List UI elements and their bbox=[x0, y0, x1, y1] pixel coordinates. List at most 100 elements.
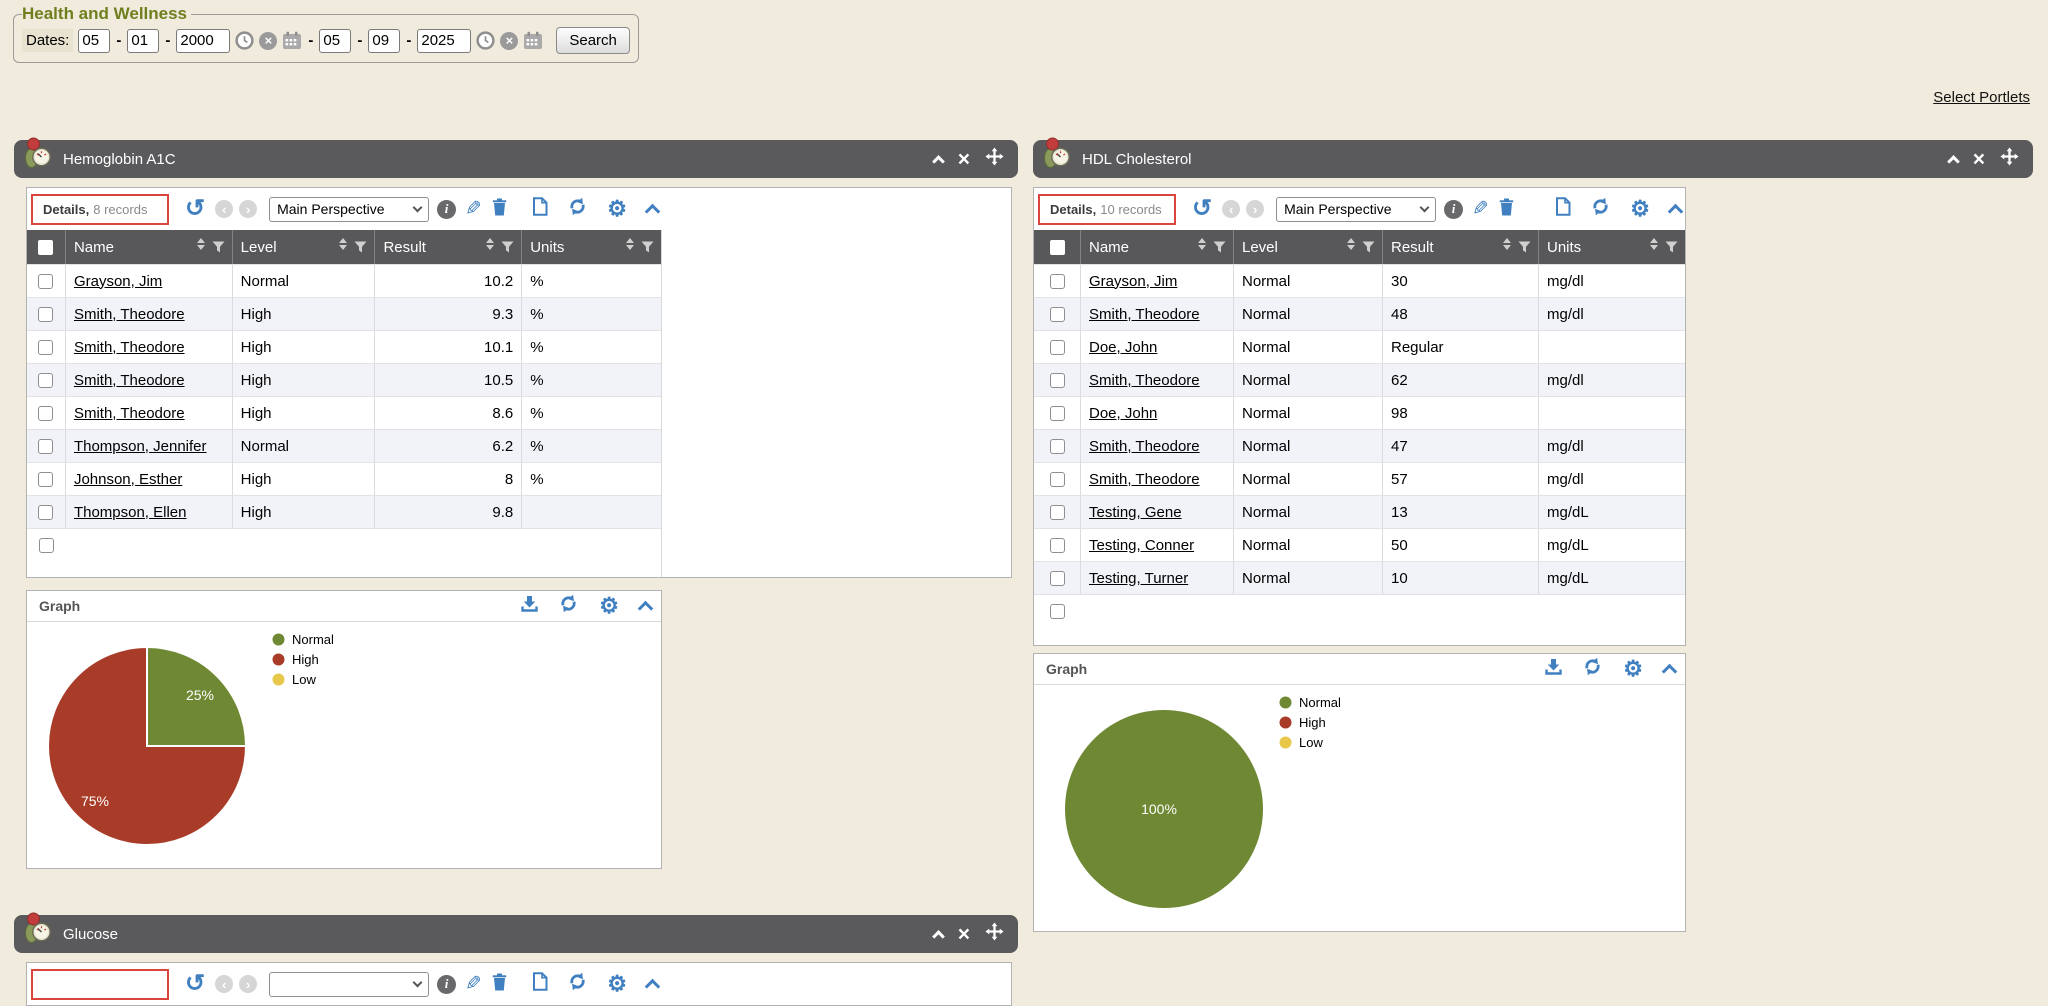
row-checkbox[interactable] bbox=[1050, 406, 1065, 421]
collapse-panel-icon[interactable] bbox=[1662, 664, 1678, 680]
portlet-titlebar[interactable]: Hemoglobin A1C × bbox=[14, 140, 1018, 178]
sort-icon[interactable] bbox=[1650, 238, 1658, 250]
collapse-panel-icon[interactable] bbox=[638, 601, 654, 617]
move-icon[interactable] bbox=[985, 922, 1004, 946]
refresh-icon[interactable] bbox=[1583, 657, 1602, 681]
delete-icon[interactable] bbox=[492, 973, 507, 996]
row-checkbox[interactable] bbox=[1050, 307, 1065, 322]
settings-gear-icon[interactable]: ⚙ bbox=[607, 973, 627, 995]
filter-icon[interactable] bbox=[354, 240, 367, 257]
patient-link[interactable]: Grayson, Jim bbox=[1089, 273, 1177, 290]
sort-icon[interactable] bbox=[626, 238, 634, 250]
row-checkbox[interactable] bbox=[1050, 472, 1065, 487]
row-checkbox[interactable] bbox=[1050, 439, 1065, 454]
patient-link[interactable]: Thompson, Jennifer bbox=[74, 438, 207, 455]
row-checkbox[interactable] bbox=[1050, 274, 1065, 289]
refresh-icon[interactable] bbox=[568, 972, 587, 996]
from-time-icon[interactable] bbox=[235, 31, 254, 50]
row-checkbox[interactable] bbox=[38, 505, 53, 520]
collapse-panel-icon[interactable] bbox=[645, 979, 661, 995]
row-checkbox[interactable] bbox=[39, 538, 54, 553]
patient-link[interactable]: Testing, Turner bbox=[1089, 570, 1188, 587]
download-icon[interactable] bbox=[1545, 658, 1562, 680]
new-document-icon[interactable] bbox=[532, 197, 548, 221]
perspective-select[interactable]: Main Perspective bbox=[1276, 197, 1436, 222]
patient-link[interactable]: Johnson, Esther bbox=[74, 471, 182, 488]
settings-gear-icon[interactable]: ⚙ bbox=[1623, 658, 1643, 680]
delete-icon[interactable] bbox=[1499, 198, 1514, 221]
row-checkbox[interactable] bbox=[1050, 340, 1065, 355]
to-time-icon[interactable] bbox=[476, 31, 495, 50]
to-clear-icon[interactable]: × bbox=[500, 32, 518, 50]
refresh-icon[interactable] bbox=[568, 197, 587, 221]
from-month-input[interactable] bbox=[78, 29, 110, 53]
row-checkbox[interactable] bbox=[1050, 538, 1065, 553]
next-icon[interactable]: › bbox=[1246, 200, 1264, 218]
from-clear-icon[interactable]: × bbox=[259, 32, 277, 50]
to-year-input[interactable] bbox=[417, 29, 471, 53]
patient-link[interactable]: Smith, Theodore bbox=[74, 405, 185, 422]
sort-icon[interactable] bbox=[1503, 238, 1511, 250]
filter-icon[interactable] bbox=[1518, 240, 1531, 257]
search-button[interactable]: Search bbox=[556, 27, 630, 54]
edit-icon[interactable]: ✎ bbox=[1472, 199, 1489, 219]
patient-link[interactable]: Testing, Conner bbox=[1089, 537, 1194, 554]
download-icon[interactable] bbox=[521, 595, 538, 617]
filter-icon[interactable] bbox=[641, 240, 654, 257]
patient-link[interactable]: Smith, Theodore bbox=[1089, 372, 1200, 389]
refresh-icon[interactable] bbox=[559, 594, 578, 618]
perspective-select[interactable] bbox=[269, 972, 429, 997]
close-icon[interactable]: × bbox=[958, 149, 970, 170]
patient-link[interactable]: Smith, Theodore bbox=[1089, 471, 1200, 488]
previous-icon[interactable]: ‹ bbox=[215, 975, 233, 993]
to-day-input[interactable] bbox=[368, 29, 400, 53]
move-icon[interactable] bbox=[2000, 147, 2019, 171]
settings-gear-icon[interactable]: ⚙ bbox=[1630, 198, 1650, 220]
filter-icon[interactable] bbox=[1213, 240, 1226, 257]
settings-gear-icon[interactable]: ⚙ bbox=[607, 198, 627, 220]
from-day-input[interactable] bbox=[127, 29, 159, 53]
info-icon[interactable]: i bbox=[437, 975, 456, 994]
previous-icon[interactable]: ‹ bbox=[215, 200, 233, 218]
edit-icon[interactable]: ✎ bbox=[465, 199, 482, 219]
collapse-panel-icon[interactable] bbox=[645, 204, 661, 220]
row-checkbox[interactable] bbox=[38, 439, 53, 454]
filter-icon[interactable] bbox=[501, 240, 514, 257]
collapse-icon[interactable] bbox=[932, 930, 945, 943]
row-checkbox[interactable] bbox=[38, 307, 53, 322]
portlet-titlebar[interactable]: Glucose × bbox=[14, 915, 1018, 953]
patient-link[interactable]: Doe, John bbox=[1089, 405, 1157, 422]
patient-link[interactable]: Smith, Theodore bbox=[74, 372, 185, 389]
sort-icon[interactable] bbox=[339, 238, 347, 250]
patient-link[interactable]: Smith, Theodore bbox=[1089, 306, 1200, 323]
filter-icon[interactable] bbox=[1665, 240, 1678, 257]
select-portlets-link[interactable]: Select Portlets bbox=[1933, 89, 2030, 106]
undo-icon[interactable]: ↺ bbox=[1192, 199, 1212, 219]
info-icon[interactable]: i bbox=[437, 200, 456, 219]
refresh-icon[interactable] bbox=[1591, 197, 1610, 221]
sort-icon[interactable] bbox=[1198, 238, 1206, 250]
edit-icon[interactable]: ✎ bbox=[465, 974, 482, 994]
patient-link[interactable]: Doe, John bbox=[1089, 339, 1157, 356]
to-calendar-icon[interactable] bbox=[523, 31, 543, 50]
patient-link[interactable]: Testing, Gene bbox=[1089, 504, 1182, 521]
sort-icon[interactable] bbox=[1347, 238, 1355, 250]
settings-gear-icon[interactable]: ⚙ bbox=[599, 595, 619, 617]
collapse-panel-icon[interactable] bbox=[1668, 204, 1684, 220]
move-icon[interactable] bbox=[985, 147, 1004, 171]
previous-icon[interactable]: ‹ bbox=[1222, 200, 1240, 218]
row-checkbox[interactable] bbox=[1050, 571, 1065, 586]
collapse-icon[interactable] bbox=[932, 155, 945, 168]
close-icon[interactable]: × bbox=[1973, 149, 1985, 170]
row-checkbox[interactable] bbox=[1050, 373, 1065, 388]
patient-link[interactable]: Grayson, Jim bbox=[74, 273, 162, 290]
filter-icon[interactable] bbox=[1362, 240, 1375, 257]
patient-link[interactable]: Smith, Theodore bbox=[74, 339, 185, 356]
undo-icon[interactable]: ↺ bbox=[185, 199, 205, 219]
row-checkbox[interactable] bbox=[38, 373, 53, 388]
collapse-icon[interactable] bbox=[1947, 155, 1960, 168]
select-all-checkbox[interactable] bbox=[38, 240, 53, 255]
select-all-checkbox[interactable] bbox=[1050, 240, 1065, 255]
new-document-icon[interactable] bbox=[532, 972, 548, 996]
portlet-titlebar[interactable]: HDL Cholesterol × bbox=[1033, 140, 2033, 178]
